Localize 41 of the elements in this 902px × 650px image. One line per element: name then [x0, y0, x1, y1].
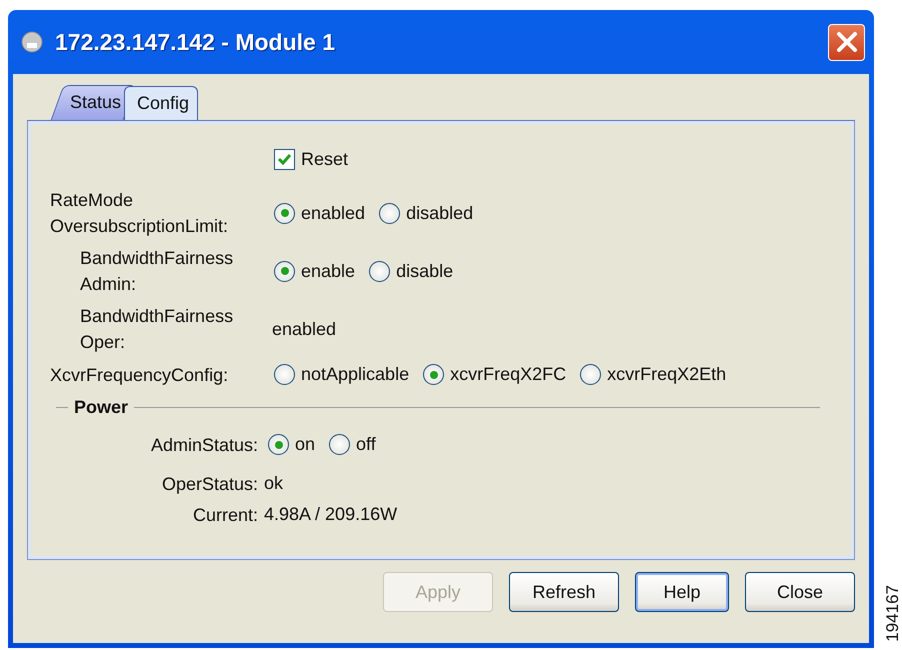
field-label: XcvrFrequencyConfig: [50, 364, 230, 387]
radio-button[interactable] [423, 364, 444, 385]
field-value: ok [264, 472, 284, 495]
radio-label: disabled [406, 202, 474, 224]
radio-label: xcvrFreqX2Eth [607, 363, 726, 386]
radio-label: xcvrFreqX2FC [450, 363, 566, 386]
field-label: OperStatus: [160, 472, 258, 496]
radio-label: enabled [301, 202, 366, 224]
radio-label: off [356, 433, 376, 456]
radio-button[interactable] [274, 202, 295, 224]
field-label: RateMode OversubscriptionLimit: [50, 189, 230, 238]
close-button[interactable] [828, 24, 865, 60]
radio-button[interactable] [369, 260, 390, 282]
field-label: BandwidthFairness Oper: [79, 305, 234, 354]
dialog-button[interactable]: Refresh [509, 572, 619, 612]
section-title: Power [74, 396, 128, 419]
radio-label: disable [396, 260, 454, 282]
field-label: Current: [192, 504, 258, 526]
radio-button[interactable] [580, 364, 602, 385]
radio-button[interactable] [274, 364, 295, 385]
radio-button[interactable] [268, 434, 289, 455]
radio-button[interactable] [329, 434, 350, 455]
tab[interactable]: Config [124, 86, 198, 120]
figure-number: 194167 [882, 585, 902, 642]
radio-button[interactable] [379, 202, 400, 224]
field-value: enabled [272, 318, 338, 340]
checkbox-label: Reset [301, 148, 348, 171]
window-title: 172.23.147.142 - Module 1 [55, 28, 336, 57]
field-label: AdminStatus: [150, 434, 258, 456]
radio-label: enable [301, 260, 356, 282]
dialog-button[interactable]: Close [745, 572, 855, 612]
field-label: BandwidthFairness Admin: [79, 247, 234, 296]
close-icon [836, 31, 858, 53]
field-value: 4.98A / 209.16W [264, 503, 398, 526]
check-icon [277, 152, 292, 167]
checkbox[interactable] [274, 149, 295, 170]
radio-label: notApplicable [301, 363, 410, 386]
dialog-button[interactable]: Help [635, 572, 729, 612]
window-icon [21, 31, 43, 53]
radio-button[interactable] [274, 260, 295, 282]
radio-label: on [295, 433, 316, 456]
